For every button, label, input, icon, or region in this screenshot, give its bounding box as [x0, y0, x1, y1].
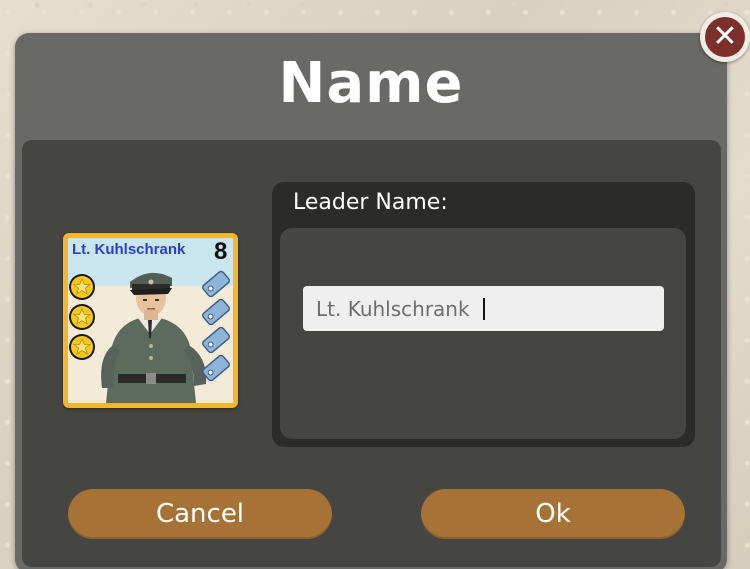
name-dialog: Name Lt. Kuhlschrank 8 Leader Name: Lt. … [15, 33, 727, 569]
rank-star [69, 334, 95, 360]
coat-button [149, 344, 153, 348]
close-button[interactable]: ✕ [700, 12, 750, 62]
close-x-icon: ✕ [705, 17, 745, 57]
dialog-title: Name [278, 51, 464, 116]
officer-portrait [68, 238, 233, 403]
leader-name-group: Leader Name: [272, 182, 695, 447]
rank-star [69, 274, 95, 300]
close-x-glyph: ✕ [712, 19, 738, 54]
officer-eye [143, 299, 147, 301]
leader-card: Lt. Kuhlschrank 8 [63, 233, 238, 408]
dialog-content-panel: Lt. Kuhlschrank 8 Leader Name: Cancel Ok [22, 140, 721, 567]
rank-star [69, 304, 95, 330]
cancel-button[interactable]: Cancel [68, 489, 332, 539]
officer-buckle [146, 373, 156, 384]
coat-button [149, 356, 153, 360]
officer-cap-badge [148, 279, 154, 285]
leader-name-label: Leader Name: [293, 190, 448, 215]
text-caret [483, 298, 485, 320]
leader-card-rating: 8 [214, 238, 228, 265]
officer-neck [144, 310, 158, 320]
officer-eye [155, 299, 159, 301]
leader-name-inner-panel [280, 228, 686, 439]
leader-card-name: Lt. Kuhlschrank [72, 241, 186, 258]
officer-mouth [147, 308, 155, 310]
leader-card-face: Lt. Kuhlschrank 8 [68, 238, 233, 403]
ok-button[interactable]: Ok [421, 489, 685, 539]
